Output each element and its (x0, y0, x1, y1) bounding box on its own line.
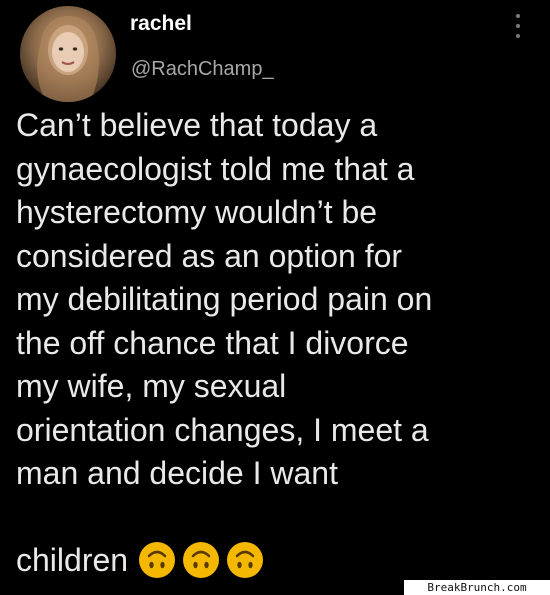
dot (516, 14, 520, 18)
upside-down-face-icon (183, 542, 220, 578)
display-name[interactable]: rachel (130, 12, 192, 36)
more-options-icon[interactable] (510, 10, 526, 42)
avatar[interactable] (20, 6, 116, 102)
tweet-text: Can’t believe that today a gynaecologist… (16, 107, 433, 491)
upside-down-face-icon (227, 542, 264, 578)
dot (516, 34, 520, 38)
user-handle[interactable]: @RachChamp_ (131, 58, 274, 81)
watermark: BreakBrunch.com (404, 580, 550, 595)
tweet-last-word: children (16, 541, 129, 578)
avatar-image (37, 16, 99, 102)
dot (516, 24, 520, 28)
tweet-text-ending: children (16, 538, 264, 582)
upside-down-face-icon (139, 542, 176, 578)
